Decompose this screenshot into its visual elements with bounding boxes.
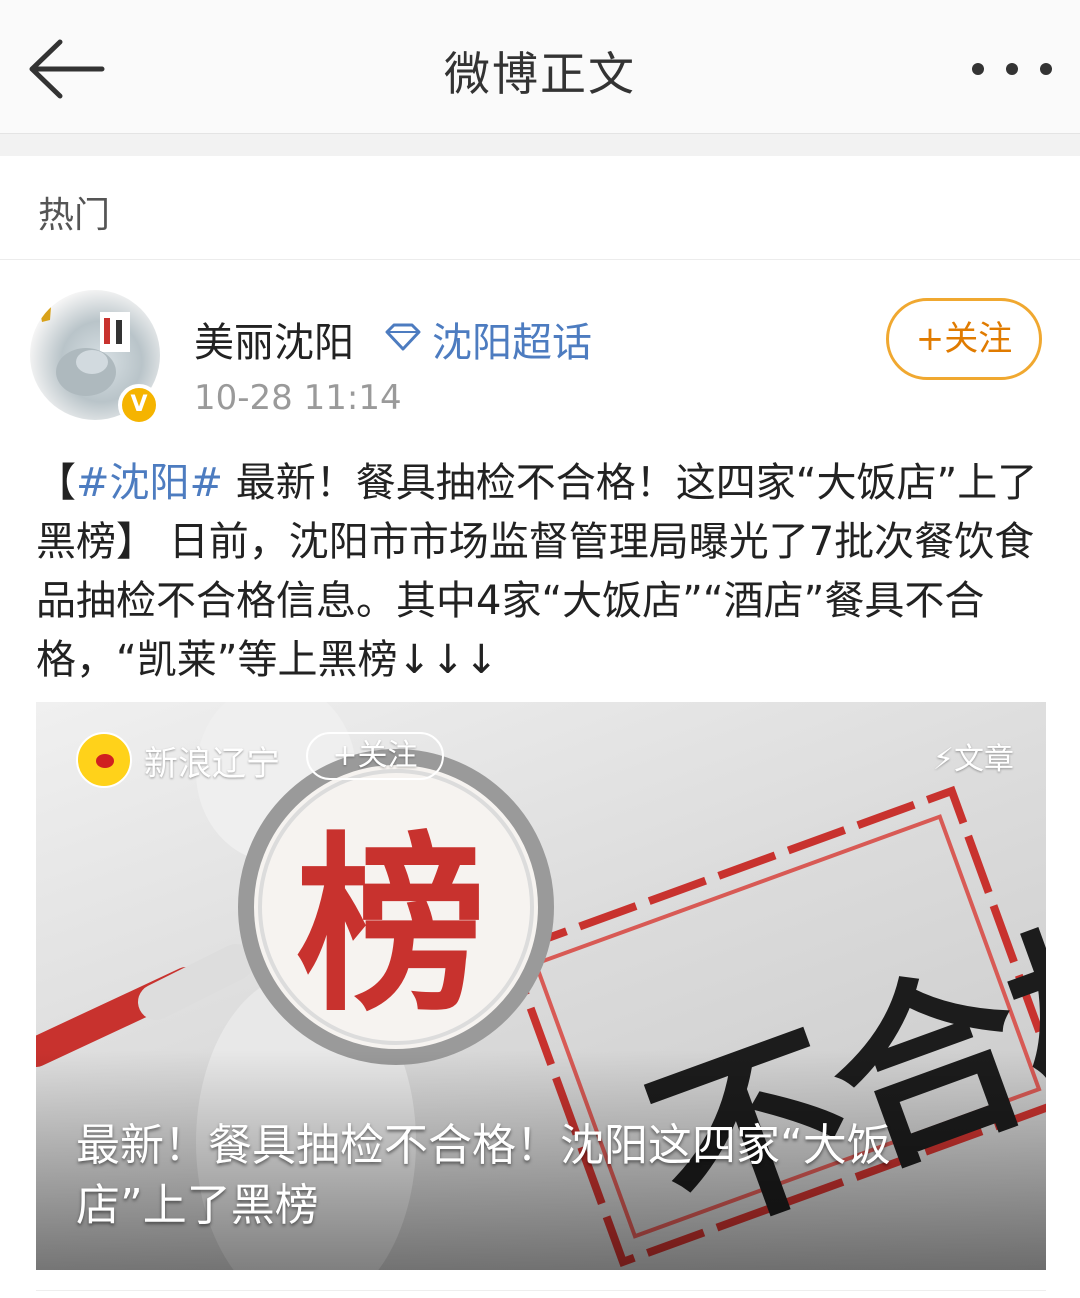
top-bar: 微博正文	[0, 0, 1080, 134]
section-header: 热门	[0, 156, 1080, 260]
verified-badge: V	[118, 384, 160, 426]
source-logo	[76, 732, 132, 788]
page-title: 微博正文	[444, 47, 636, 101]
topic-link[interactable]: 沈阳超话	[432, 310, 592, 368]
hashtag-link[interactable]: #沈阳#	[76, 460, 223, 506]
divider	[36, 1290, 1046, 1298]
article-card[interactable]: 不合格 榜 新浪辽宁 +关注 ⚡文章 最新！餐具抽检不合格！沈阳这四家“大饭店”…	[36, 702, 1046, 1270]
bracket-open: 【	[36, 460, 76, 506]
more-horizontal-icon	[972, 63, 984, 75]
post-body: 【#沈阳# 最新！餐具抽检不合格！这四家“大饭店”上了黑榜】 日前，沈阳市市场监…	[36, 454, 1046, 690]
section-label: 热门	[38, 195, 111, 236]
more-button[interactable]	[972, 52, 1052, 86]
article-type-label: ⚡文章	[932, 742, 1014, 777]
username[interactable]: 美丽沈阳	[194, 310, 354, 368]
section-gap	[0, 134, 1080, 156]
diamond-icon	[385, 323, 421, 351]
source-follow-button[interactable]: +关注	[306, 732, 444, 780]
more-dot	[1006, 63, 1018, 75]
source-name[interactable]: 新浪辽宁	[144, 736, 280, 785]
magnifier-text: 榜	[296, 816, 486, 1037]
post-time: 10-28 11:14	[194, 378, 402, 418]
article-title[interactable]: 最新！餐具抽检不合格！沈阳这四家“大饭店”上了黑榜	[76, 1116, 976, 1236]
more-dot	[1040, 63, 1052, 75]
follow-button[interactable]: +关注	[886, 298, 1042, 380]
